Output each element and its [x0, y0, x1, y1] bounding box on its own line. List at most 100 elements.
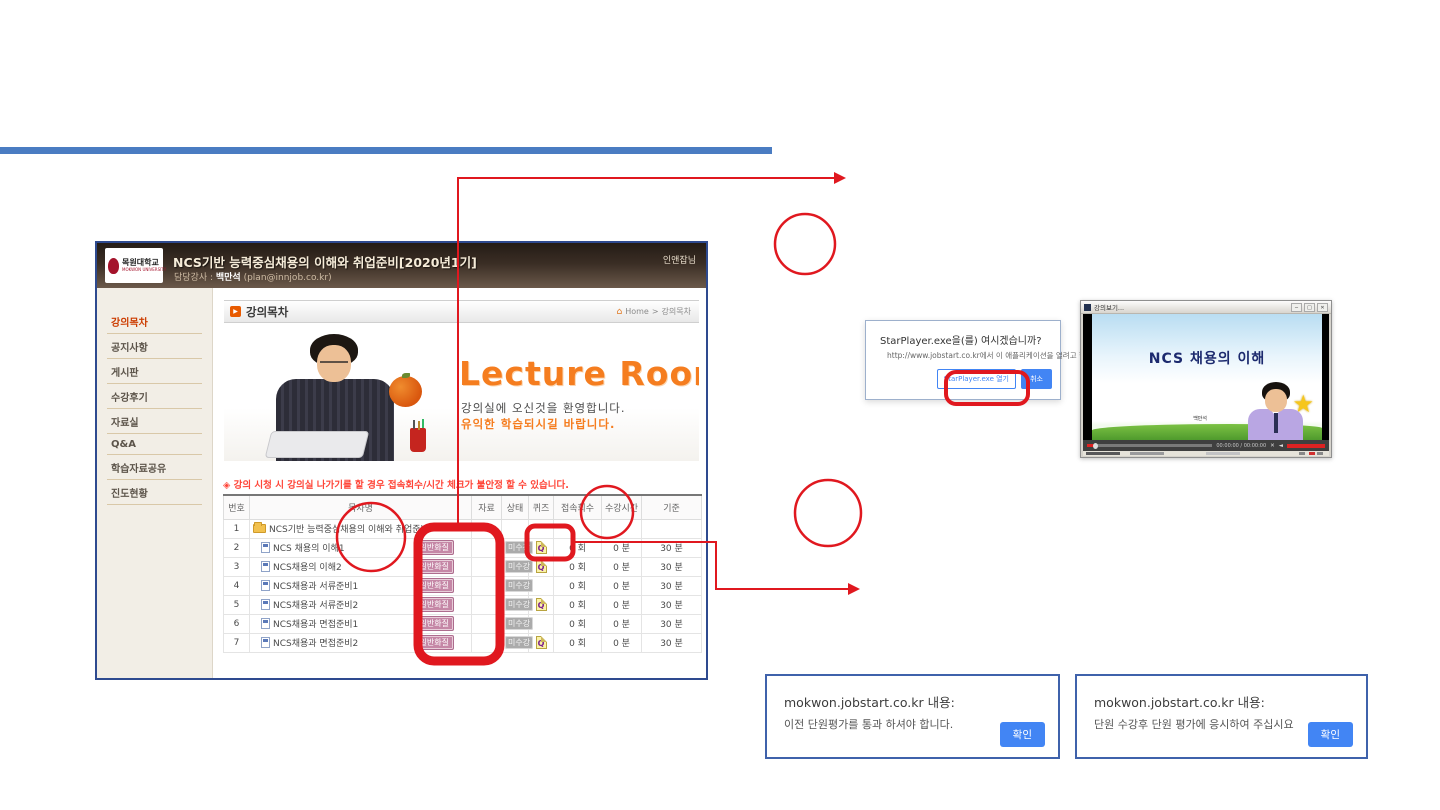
annotation-circle-right: [795, 480, 861, 546]
watch-time-cell: 0 분: [602, 614, 642, 633]
watch-time-cell: 0 분: [602, 595, 642, 614]
access-count-cell: 0 회: [554, 595, 602, 614]
banner-wish-line: 유익한 학습되시길 바랍니다.: [461, 416, 615, 432]
sidebar-item-게시판[interactable]: 게시판: [107, 359, 202, 384]
quality-badge-button[interactable]: 일반화질: [415, 578, 454, 593]
standard-time-cell: 30 분: [642, 538, 702, 557]
row-number: 7: [224, 633, 250, 652]
document-icon: [261, 637, 270, 648]
laptop-graphic: [265, 431, 370, 458]
sidebar-item-Q&A[interactable]: Q&A: [107, 434, 202, 455]
quiz-icon[interactable]: Q: [536, 598, 547, 611]
quality-badge-button[interactable]: 일반화질: [415, 616, 454, 631]
status-cell: 미수강: [502, 557, 529, 576]
standard-time-cell: 30 분: [642, 614, 702, 633]
table-row: 3NCS채용의 이해2일반화질미수강Q0 회0 분30 분: [224, 557, 702, 576]
university-logo: 목원대학교 MOKWON UNIVERSITY: [105, 248, 163, 283]
starplayer-cancel-button[interactable]: 취소: [1021, 369, 1052, 389]
access-count-cell: 0 회: [554, 538, 602, 557]
row-number: 3: [224, 557, 250, 576]
lecture-title-cell: NCS채용과 서류준비2 일반화질: [250, 595, 472, 614]
presenter-name: 백만석: [1193, 415, 1207, 422]
row-number: 6: [224, 614, 250, 633]
sidebar-item-학습자료공유[interactable]: 학습자료공유: [107, 455, 202, 480]
persimmon-graphic: [389, 376, 422, 407]
sidebar-item-공지사항[interactable]: 공지사항: [107, 334, 202, 359]
document-icon: [261, 618, 270, 629]
quality-badge-button[interactable]: 일반화질: [415, 635, 454, 650]
progress-slider[interactable]: [1087, 444, 1212, 447]
confirm-button[interactable]: 확인: [1308, 722, 1353, 747]
mute-icon[interactable]: ✕: [1270, 443, 1275, 449]
starplayer-dialog: StarPlayer.exe을(를) 여시겠습니까? http://www.jo…: [865, 320, 1061, 400]
column-header: 퀴즈: [529, 495, 554, 519]
page-title: 강의목차: [246, 304, 288, 320]
row-number: 4: [224, 576, 250, 595]
quality-badge-button[interactable]: 일반화질: [415, 559, 454, 574]
table-row: 1NCS기반 능력중심채용의 이해와 취업준비: [224, 519, 702, 538]
home-icon: ⌂: [617, 307, 623, 317]
alert-message: 단원 수강후 단원 평가에 응시하여 주십시요: [1094, 716, 1294, 732]
status-cell: 미수강: [502, 595, 529, 614]
column-header: 자료: [472, 495, 502, 519]
access-count-cell: 0 회: [554, 576, 602, 595]
lecture-slide: NCS 채용의 이해 백만석 ★: [1092, 314, 1322, 440]
video-area[interactable]: NCS 채용의 이해 백만석 ★: [1083, 314, 1329, 440]
material-cell: [472, 633, 502, 652]
column-header: 목차명: [250, 495, 472, 519]
lecture-title-link[interactable]: NCS기반 능력중심채용의 이해와 취업준비: [269, 522, 429, 535]
minimize-button[interactable]: ─: [1291, 303, 1302, 312]
starplayer-open-button[interactable]: StarPlayer.exe 열기: [937, 369, 1016, 389]
status-cell: 미수강: [502, 614, 529, 633]
table-row: 2NCS 채용의 이해1일반화질미수강Q0 회0 분30 분: [224, 538, 702, 557]
material-cell: [472, 595, 502, 614]
confirm-button[interactable]: 확인: [1000, 722, 1045, 747]
lecture-title-link[interactable]: NCS 채용의 이해1: [273, 541, 345, 554]
breadcrumb-separator: >: [652, 307, 659, 316]
lecture-title-link[interactable]: NCS채용과 면접준비2: [273, 636, 358, 649]
speaker-icon[interactable]: ◄: [1279, 443, 1283, 449]
video-player-window: 강의보기... ─ □ ✕ NCS 채용의 이해 백만석 ★ 00:00:00 …: [1080, 300, 1332, 458]
quiz-icon[interactable]: Q: [536, 560, 547, 573]
alert-dialog-previous-evaluation: mokwon.jobstart.co.kr 내용: 이전 단원평가를 통과 하셔…: [765, 674, 1060, 759]
sidebar-item-진도현황[interactable]: 진도현황: [107, 480, 202, 505]
annotation-circle-top: [775, 214, 835, 274]
quality-badge-button[interactable]: 일반화질: [415, 597, 454, 612]
quiz-icon[interactable]: Q: [536, 541, 547, 554]
quiz-cell: [529, 519, 554, 538]
status-cell: 미수강: [502, 538, 529, 557]
breadcrumb-home[interactable]: Home: [625, 307, 649, 316]
lecture-title-link[interactable]: NCS채용과 서류준비1: [273, 579, 358, 592]
course-title: NCS기반 능력중심채용의 이해와 취업준비[2020년1기]: [173, 252, 477, 271]
banner-welcome-line: 강의실에 오신것을 환영합니다.: [461, 400, 626, 416]
quiz-icon[interactable]: Q: [536, 636, 547, 649]
sidebar-menu: 강의목차공지사항게시판수강후기자료실Q&A학습자료공유진도현황: [97, 288, 213, 678]
lecture-title-link[interactable]: NCS채용의 이해2: [273, 560, 342, 573]
pencil-cup-graphic: [410, 428, 426, 452]
maximize-button[interactable]: □: [1304, 303, 1315, 312]
volume-bar[interactable]: [1287, 444, 1325, 448]
starplayer-dialog-body: http://www.jobstart.co.kr에서 이 애플리케이션을 열려…: [887, 350, 1102, 361]
material-cell: [472, 557, 502, 576]
lecture-title-link[interactable]: NCS채용과 면접준비1: [273, 617, 358, 630]
player-titlebar[interactable]: 강의보기... ─ □ ✕: [1081, 301, 1331, 314]
content-header: ▶ 강의목차 ⌂ Home > 강의목차: [224, 300, 699, 323]
lecture-title-cell: NCS채용과 면접준비2 일반화질: [250, 633, 472, 652]
instructor-label: 담당강사 :: [174, 273, 216, 283]
breadcrumb: ⌂ Home > 강의목차: [617, 306, 692, 317]
annotation-arrowhead-top: [834, 172, 846, 184]
instructor-name: 백만석: [216, 273, 241, 283]
sidebar-item-자료실[interactable]: 자료실: [107, 409, 202, 434]
instructor-email: (plan@innjob.co.kr): [241, 273, 332, 283]
quality-badge-button[interactable]: 일반화질: [415, 540, 454, 555]
starplayer-dialog-title: StarPlayer.exe을(를) 여시겠습니까?: [880, 332, 1042, 347]
watch-time-cell: 0 분: [602, 576, 642, 595]
watch-time-cell: 0 분: [602, 557, 642, 576]
lecture-title-link[interactable]: NCS채용과 서류준비2: [273, 598, 358, 611]
sidebar-item-강의목차[interactable]: 강의목차: [107, 309, 202, 334]
banner-person-face: [317, 345, 351, 382]
close-button[interactable]: ✕: [1317, 303, 1328, 312]
row-number: 2: [224, 538, 250, 557]
sidebar-item-수강후기[interactable]: 수강후기: [107, 384, 202, 409]
annotation-arrowhead-quiz: [848, 583, 860, 595]
